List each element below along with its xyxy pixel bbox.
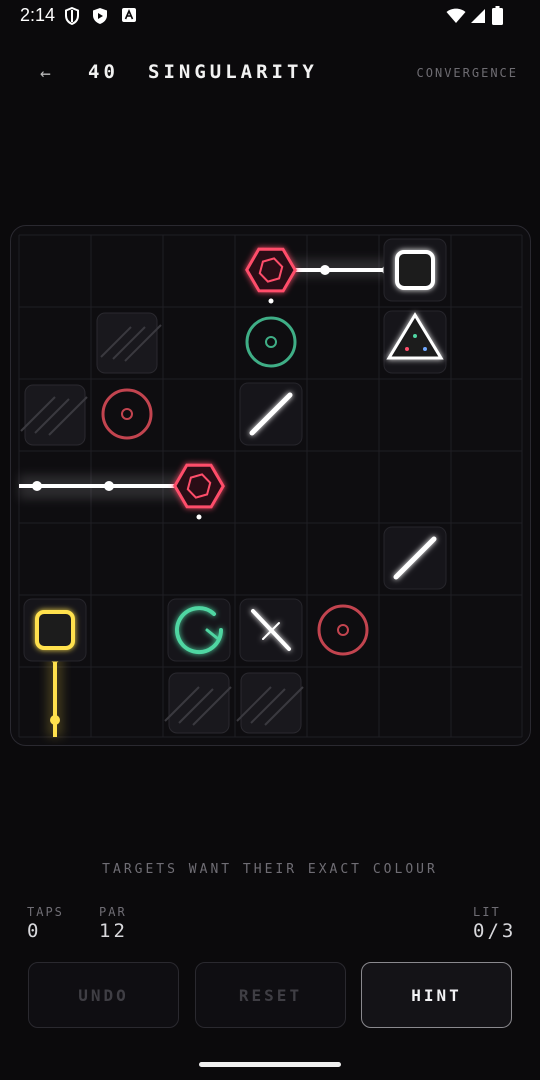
level-title: SINGULARITY [148, 61, 318, 83]
status-time: 2:14 [20, 5, 56, 25]
taps-label: TAPS [27, 905, 64, 919]
play-protect-icon [93, 8, 107, 24]
par-label: PAR [99, 905, 127, 919]
undo-button[interactable]: UNDO [28, 962, 179, 1028]
blocker-tile [96, 312, 162, 374]
blocker-tile [236, 672, 304, 734]
board-canvas [18, 234, 523, 738]
beam-white-row3 [19, 475, 189, 499]
white-square-emitter[interactable] [395, 250, 435, 290]
puzzle-board[interactable] [10, 225, 531, 746]
emitter-direction-dot [196, 514, 202, 520]
par-value: 12 [99, 920, 128, 942]
emitter-direction-dot [268, 298, 274, 304]
back-arrow-icon[interactable]: ← [40, 63, 51, 84]
reset-button[interactable]: RESET [195, 962, 346, 1028]
shield-icon [65, 7, 79, 25]
battery-icon [492, 6, 503, 25]
red-hexagon-emitter[interactable] [241, 239, 301, 302]
blocker-tile [20, 384, 88, 446]
level-number: 40 [88, 61, 119, 83]
wifi-icon [446, 8, 466, 23]
lit-value: 0/3 [473, 920, 517, 942]
status-bar: 2:14 [0, 0, 540, 32]
red-target [317, 604, 369, 656]
blocker-tile [164, 672, 232, 734]
pack-name: CONVERGENCE [416, 66, 518, 80]
rule-hint: TARGETS WANT THEIR EXACT COLOUR [102, 862, 438, 877]
green-target [245, 316, 297, 368]
level-header: ← 40 SINGULARITY CONVERGENCE [0, 55, 540, 95]
signal-icon [471, 9, 485, 23]
font-icon [122, 8, 136, 22]
yellow-square-emitter[interactable] [35, 610, 75, 650]
taps-value: 0 [27, 920, 42, 942]
home-indicator[interactable] [199, 1062, 341, 1067]
lit-label: LIT [473, 905, 501, 919]
red-hexagon-emitter[interactable] [169, 455, 229, 518]
red-target [101, 388, 153, 440]
hint-button[interactable]: HINT [361, 962, 512, 1028]
